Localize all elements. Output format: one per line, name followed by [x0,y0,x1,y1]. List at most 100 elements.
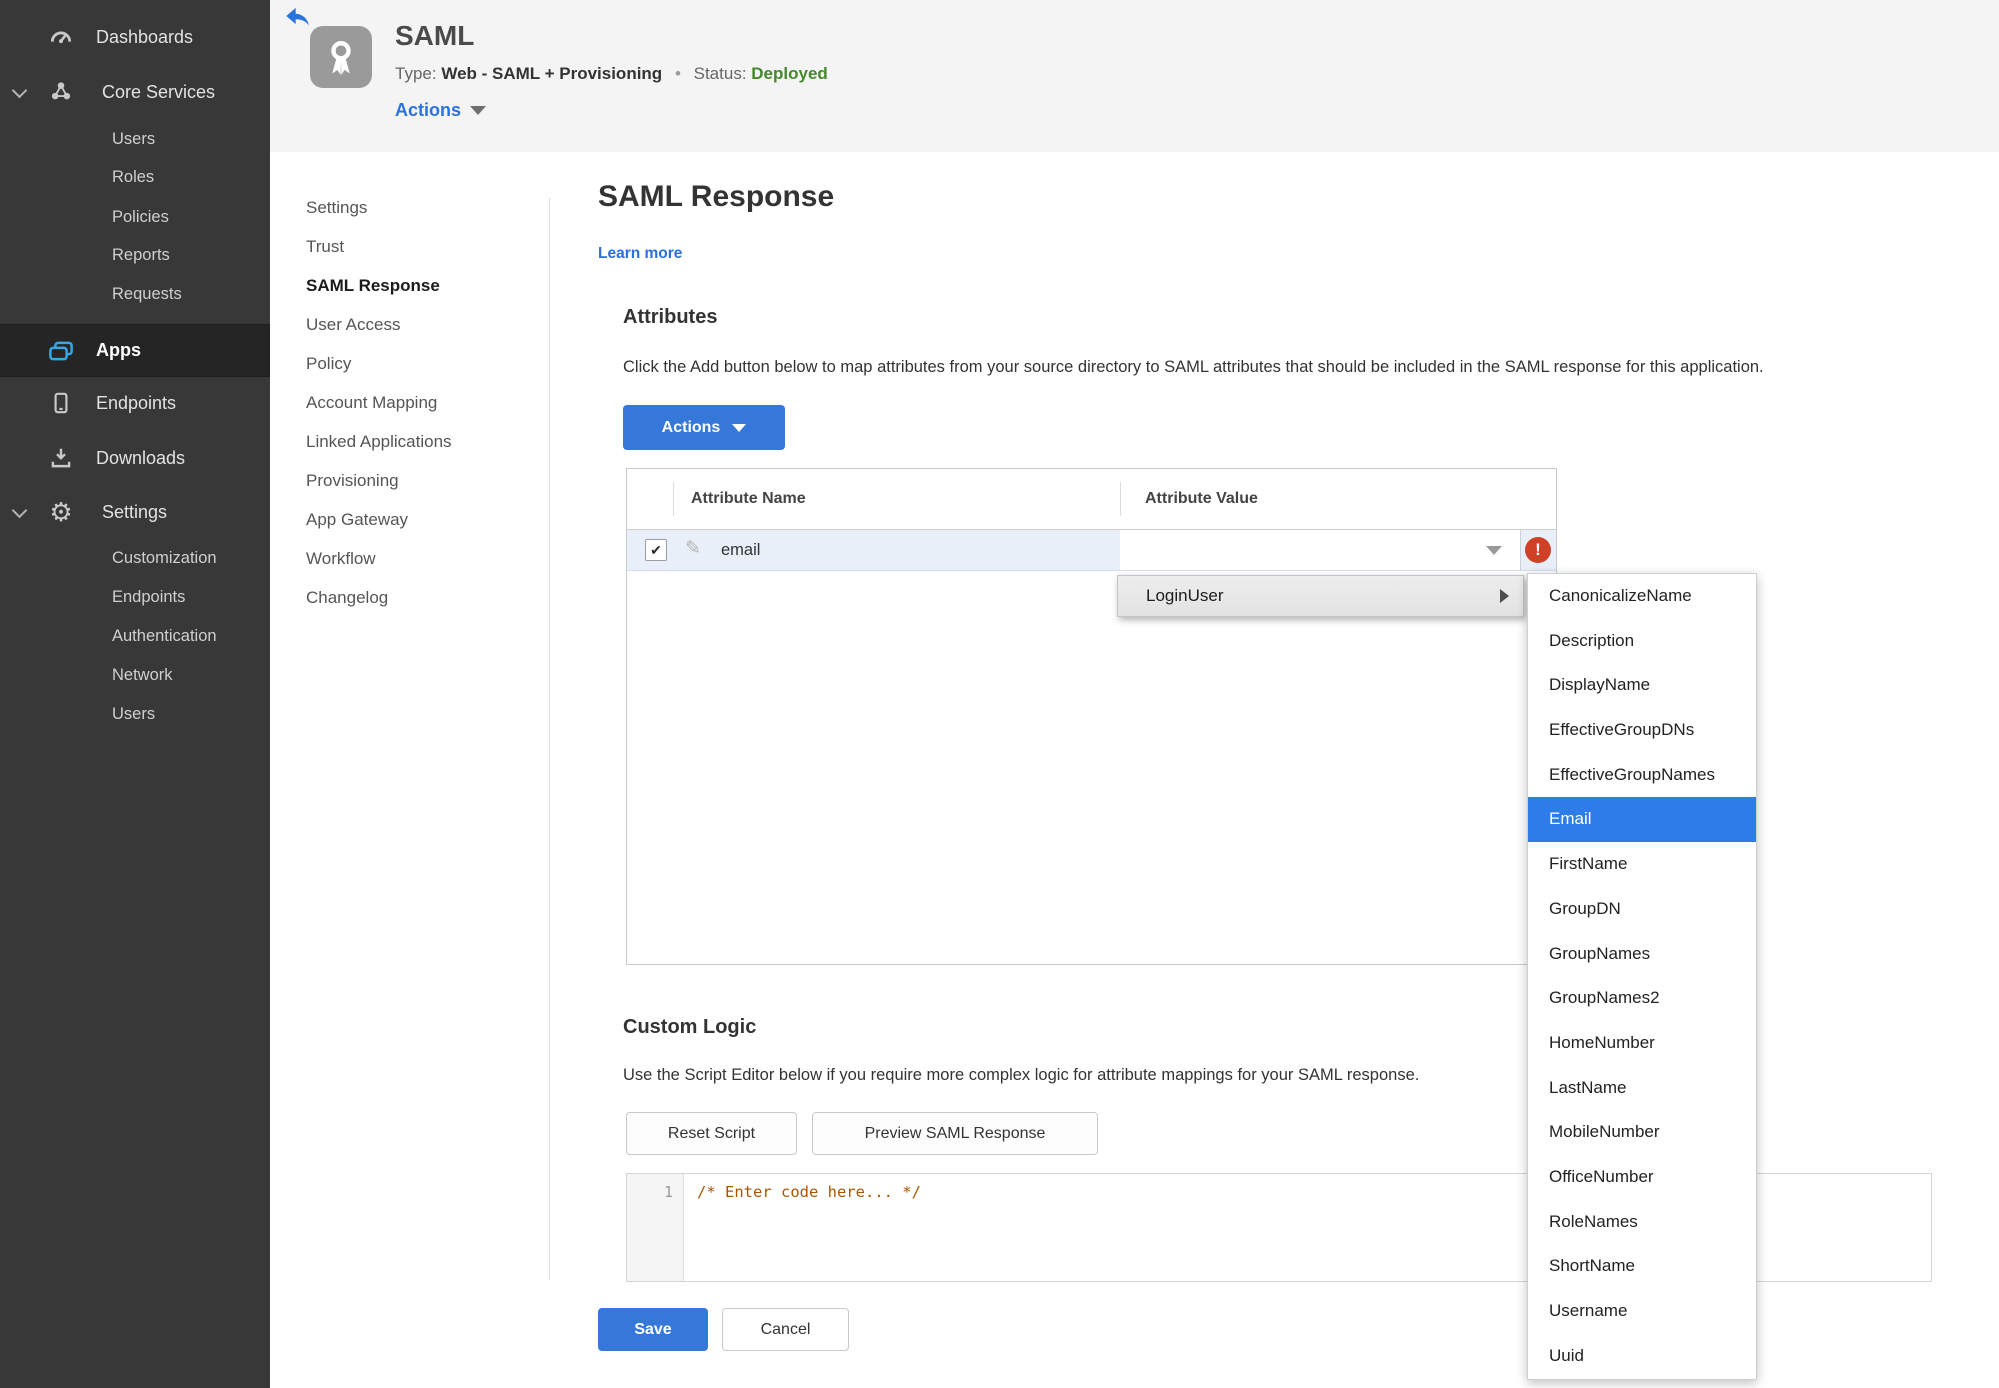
submenu-item[interactable]: Uuid [1528,1334,1756,1379]
sidebar-item-network[interactable]: Network [0,658,270,692]
app-meta: Type: Web - SAML + Provisioning • Status… [395,64,828,84]
editor-code[interactable]: /* Enter code here... */ [697,1183,921,1201]
app-root: Dashboards Core Services Users Roles Pol… [0,0,1999,1388]
sidebar-item-apps[interactable]: Apps [0,324,270,377]
attribute-value-dropdown[interactable] [1120,530,1521,570]
sidebar-item-label: Apps [96,340,141,360]
cancel-button[interactable]: Cancel [722,1308,849,1351]
attributes-table-header: Attribute Name Attribute Value [627,469,1556,529]
sidebar-item-label: Dashboards [96,26,194,47]
sidebar-item-label: Downloads [96,447,186,468]
sidebar-item-dashboards[interactable]: Dashboards [0,14,270,60]
submenu-item[interactable]: FirstName [1528,842,1756,887]
row-checkbox[interactable]: ✔ [645,539,667,561]
submenu-item[interactable]: LastName [1528,1066,1756,1111]
submenu-item[interactable]: GroupDN [1528,887,1756,932]
submenu-item[interactable]: GroupNames [1528,932,1756,977]
line-number: 1 [663,1183,673,1201]
tab-account-mapping[interactable]: Account Mapping [306,383,531,422]
sidebar: Dashboards Core Services Users Roles Pol… [0,0,270,1388]
tab-user-access[interactable]: User Access [306,305,531,344]
column-header-attribute-name: Attribute Name [691,490,806,507]
submenu-item[interactable]: Description [1528,619,1756,664]
attributes-table: Attribute Name Attribute Value ✔ ✎ email… [626,468,1557,965]
tab-settings[interactable]: Settings [306,188,531,227]
submenu-item[interactable]: GroupNames2 [1528,976,1756,1021]
tab-workflow[interactable]: Workflow [306,539,531,578]
sidebar-item-authentication[interactable]: Authentication [0,619,270,653]
sidebar-item-reports[interactable]: Reports [0,238,270,272]
submenu-item[interactable]: CanonicalizeName [1528,574,1756,619]
save-button[interactable]: Save [598,1308,708,1351]
core-services-icon [46,77,76,107]
app-header: SAML Type: Web - SAML + Provisioning • S… [270,0,1999,152]
sidebar-item-label: Endpoints [96,392,177,413]
tab-app-gateway[interactable]: App Gateway [306,500,531,539]
submenu-item[interactable]: HomeNumber [1528,1021,1756,1066]
submenu-item[interactable]: DisplayName [1528,663,1756,708]
sidebar-item-endpoints[interactable]: Endpoints [0,380,270,426]
attributes-heading: Attributes [623,306,718,328]
sidebar-item-label: Requests [112,284,182,303]
loginuser-submenu: CanonicalizeName Description DisplayName… [1527,573,1757,1380]
column-separator [673,482,674,516]
sidebar-item-label: Core Services [102,81,216,102]
dashboard-gauge-icon [46,22,76,52]
sidebar-item-settings-endpoints[interactable]: Endpoints [0,580,270,614]
tab-policy[interactable]: Policy [306,344,531,383]
submenu-item[interactable]: RoleNames [1528,1200,1756,1245]
submenu-item[interactable]: EffectiveGroupNames [1528,753,1756,798]
chevron-down-icon[interactable] [11,82,28,99]
tab-changelog[interactable]: Changelog [306,578,531,617]
status-value: Deployed [751,64,828,83]
sidebar-item-label: Policies [112,207,169,226]
sidebar-item-policies[interactable]: Policies [0,200,270,234]
sidebar-item-label: Network [112,665,173,684]
chevron-down-icon[interactable] [11,502,28,519]
type-value: Web - SAML + Provisioning [441,64,663,83]
sidebar-item-label: Authentication [112,626,217,645]
meta-separator: • [674,64,681,83]
reset-script-button[interactable]: Reset Script [626,1112,797,1155]
saml-app-ribbon-icon [310,26,372,88]
page-title: SAML Response [598,180,835,213]
column-separator [1120,482,1121,516]
status-label: Status: [693,64,747,83]
sidebar-item-downloads[interactable]: Downloads [0,435,270,481]
caret-down-icon [470,106,487,115]
sidebar-item-customization[interactable]: Customization [0,541,270,575]
submenu-item[interactable]: ShortName [1528,1244,1756,1289]
column-header-attribute-value: Attribute Value [1145,490,1258,507]
tab-trust[interactable]: Trust [306,227,531,266]
preview-saml-response-button[interactable]: Preview SAML Response [812,1112,1098,1155]
sidebar-item-users[interactable]: Users [0,122,270,156]
mobile-device-icon [46,388,76,418]
attribute-name-cell: email [721,541,761,559]
attributes-actions-button[interactable]: Actions [623,405,785,450]
sidebar-item-requests[interactable]: Requests [0,277,270,311]
edit-pencil-icon[interactable]: ✎ [685,537,701,560]
submenu-item[interactable]: Email [1528,797,1756,843]
learn-more-link[interactable]: Learn more [598,245,682,263]
tab-linked-applications[interactable]: Linked Applications [306,422,531,461]
header-actions-label: Actions [395,100,462,120]
tab-provisioning[interactable]: Provisioning [306,461,531,500]
sidebar-item-label: Users [112,704,156,723]
submenu-item[interactable]: EffectiveGroupDNs [1528,708,1756,753]
back-arrow-icon[interactable] [284,4,312,28]
submenu-item[interactable]: MobileNumber [1528,1110,1756,1155]
sidebar-item-settings[interactable]: ⚙ Settings [0,489,270,535]
error-icon: ! [1525,537,1551,563]
tab-saml-response[interactable]: SAML Response [306,266,531,305]
sidebar-item-core-services[interactable]: Core Services [0,69,270,115]
value-dropdown-menu[interactable]: LoginUser [1117,575,1524,617]
submenu-item[interactable]: OfficeNumber [1528,1155,1756,1200]
sidebar-item-settings-users[interactable]: Users [0,697,270,731]
header-actions-menu[interactable]: Actions [395,100,487,121]
custom-logic-description: Use the Script Editor below if you requi… [623,1066,1420,1084]
custom-logic-heading: Custom Logic [623,1016,757,1038]
submenu-item[interactable]: Username [1528,1289,1756,1334]
editor-gutter: 1 [627,1174,684,1281]
sidebar-item-roles[interactable]: Roles [0,160,270,194]
sidebar-item-label: Roles [112,167,155,186]
